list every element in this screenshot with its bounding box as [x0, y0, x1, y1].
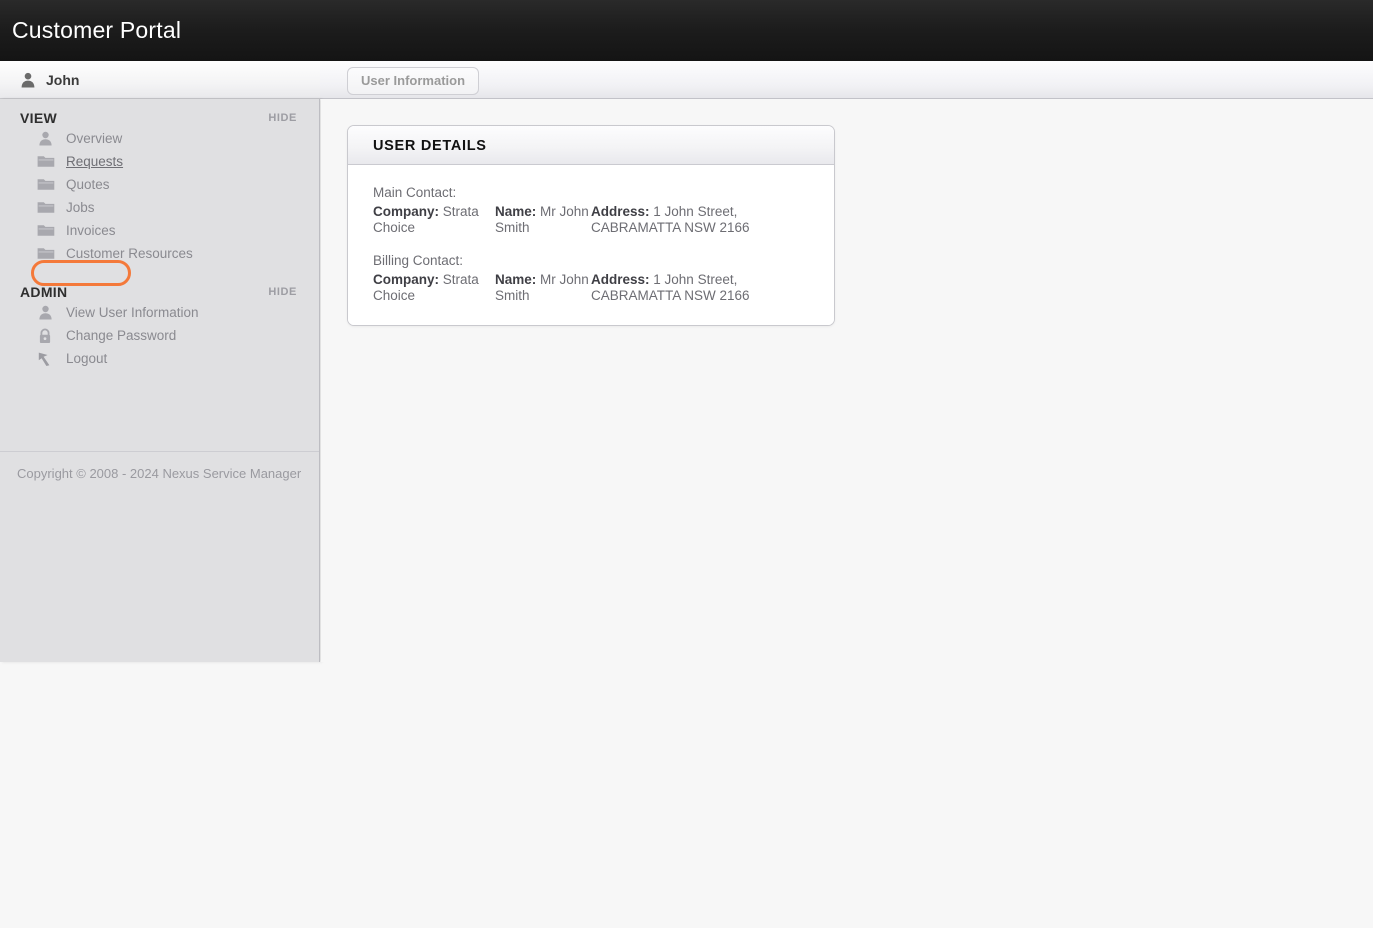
sidebar-item-invoices[interactable]: Invoices	[0, 219, 319, 242]
sidebar-item-view-user-information[interactable]: View User Information	[0, 301, 319, 324]
lock-icon	[37, 328, 55, 344]
sidebar-item-quotes[interactable]: Quotes	[0, 173, 319, 196]
contact-address-label: Address:	[591, 272, 650, 287]
content-toolbar: User Information	[320, 61, 1373, 99]
contact-company: Company: Strata Choice	[373, 272, 495, 303]
contact-company-label: Company:	[373, 204, 440, 219]
sidebar-item-label: Requests	[66, 154, 124, 169]
contact-address-label: Address:	[591, 204, 650, 219]
sidebar-item-requests[interactable]: Requests	[0, 150, 319, 173]
sidebar-item-jobs[interactable]: Jobs	[0, 196, 319, 219]
hide-admin-button[interactable]: HIDE	[268, 286, 297, 298]
user-strip: John	[0, 61, 320, 99]
tab-bar: User Information	[347, 67, 480, 95]
sidebar-item-label: Quotes	[66, 177, 110, 192]
hide-view-button[interactable]: HIDE	[268, 112, 297, 124]
copyright-text: Copyright © 2008 - 2024 Nexus Service Ma…	[17, 466, 302, 481]
folder-icon	[37, 223, 55, 239]
contact-columns: Company: Strata Choice Name: Mr John Smi…	[373, 204, 810, 235]
contact-columns: Company: Strata Choice Name: Mr John Smi…	[373, 272, 810, 303]
folder-icon	[37, 177, 55, 193]
sidebar-item-overview[interactable]: Overview	[0, 127, 319, 150]
person-icon	[20, 72, 36, 88]
contact-block-main: Main Contact: Company: Strata Choice Nam…	[373, 185, 810, 235]
contact-block-billing: Billing Contact: Company: Strata Choice …	[373, 253, 810, 303]
panel-header: USER DETAILS	[348, 126, 834, 165]
contact-heading: Main Contact:	[373, 185, 457, 200]
panel-title: USER DETAILS	[373, 138, 487, 154]
sidebar-item-label: View User Information	[66, 305, 199, 320]
sidebar-item-label: Overview	[66, 131, 123, 146]
logout-arrow-icon	[37, 351, 55, 367]
sidebar-section-admin-header: ADMIN HIDE	[0, 273, 319, 301]
contact-name: Name: Mr John Smith	[495, 272, 591, 303]
person-icon	[37, 305, 55, 321]
folder-icon	[37, 154, 55, 170]
sidebar-footer: Copyright © 2008 - 2024 Nexus Service Ma…	[0, 451, 319, 481]
sidebar: VIEW HIDE Overview Requests Quotes Jobs …	[0, 99, 320, 662]
sidebar-section-title-admin: ADMIN	[20, 284, 68, 300]
contact-company: Company: Strata Choice	[373, 204, 495, 235]
sidebar-item-label: Logout	[66, 351, 108, 366]
contact-name-label: Name:	[495, 272, 537, 287]
tab-user-information[interactable]: User Information	[347, 67, 480, 95]
sidebar-item-logout[interactable]: Logout	[0, 347, 319, 370]
sidebar-item-label: Customer Resources	[66, 246, 193, 261]
contact-heading: Billing Contact:	[373, 253, 464, 268]
panel-body: Main Contact: Company: Strata Choice Nam…	[348, 165, 834, 325]
contact-name-label: Name:	[495, 204, 537, 219]
main-content: USER DETAILS Main Contact: Company: Stra…	[321, 99, 1373, 662]
sidebar-item-change-password[interactable]: Change Password	[0, 324, 319, 347]
contact-name: Name: Mr John Smith	[495, 204, 591, 235]
sidebar-item-label: Invoices	[66, 223, 116, 238]
person-icon	[37, 131, 55, 147]
user-name: John	[46, 72, 80, 88]
sidebar-item-label: Jobs	[66, 200, 95, 215]
sidebar-section-view-header: VIEW HIDE	[0, 99, 319, 127]
folder-icon	[37, 200, 55, 216]
contact-address: Address: 1 John Street, CABRAMATTA NSW 2…	[591, 204, 751, 235]
sidebar-section-title-view: VIEW	[20, 110, 57, 126]
app-header: Customer Portal	[0, 0, 1373, 61]
contact-company-label: Company:	[373, 272, 440, 287]
folder-icon	[37, 246, 55, 262]
sidebar-item-customer-resources[interactable]: Customer Resources	[0, 242, 319, 265]
sidebar-item-label: Change Password	[66, 328, 177, 343]
contact-address: Address: 1 John Street, CABRAMATTA NSW 2…	[591, 272, 751, 303]
user-details-panel: USER DETAILS Main Contact: Company: Stra…	[347, 125, 835, 326]
page-title: Customer Portal	[12, 17, 182, 43]
